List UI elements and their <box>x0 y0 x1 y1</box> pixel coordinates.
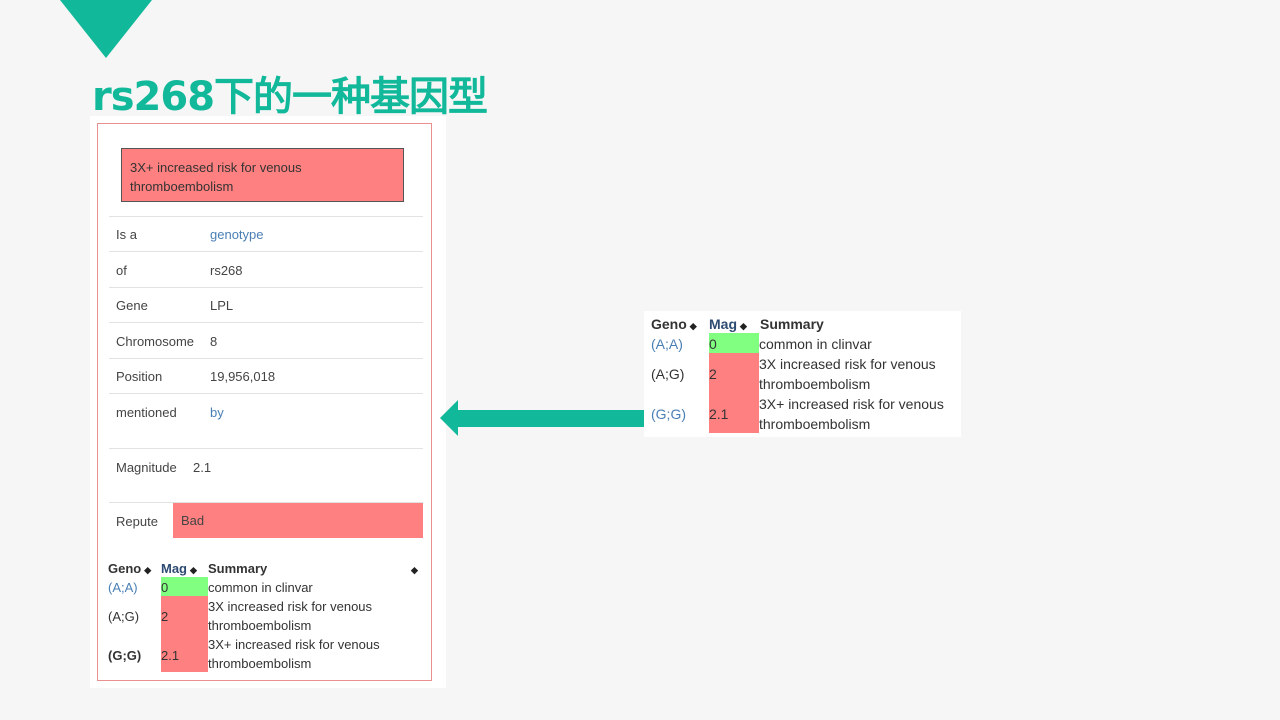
info-label: of <box>116 263 127 278</box>
repute-bad-cell: Bad <box>173 503 423 538</box>
magnitude-label: Magnitude <box>116 460 177 475</box>
info-label: Gene <box>116 298 148 313</box>
panel-genotype-table: Geno ◆ Mag ◆ Summary ◆ (A;A) 0 common in c… <box>108 560 422 675</box>
info-row-gene: Gene LPL <box>109 287 423 323</box>
mag-column-header[interactable]: Mag ◆ <box>709 316 747 332</box>
info-label: Chromosome <box>116 334 195 349</box>
genotype-panel: 3X+ increased risk for venous thromboemb… <box>97 123 432 681</box>
geno-ag: (A;G) <box>108 609 140 624</box>
geno-column-header[interactable]: Geno ◆ <box>651 316 697 332</box>
info-label: Position <box>116 369 163 384</box>
mag-value: 0 <box>709 336 717 352</box>
mag-column-header[interactable]: Mag ◆ <box>161 561 197 576</box>
geno-link-aa[interactable]: (A;A) <box>108 580 138 595</box>
slide-title: rs268下的一种基因型 <box>92 74 488 120</box>
info-row-of: of rs268 <box>109 251 423 288</box>
summary-text: thromboembolism <box>208 618 312 633</box>
arrow-left-icon <box>440 400 458 436</box>
summary-text: 3X+ increased risk for venous <box>208 637 380 652</box>
info-value: LPL <box>210 298 234 313</box>
info-value: rs268 <box>210 263 243 278</box>
summary-column-header[interactable]: Summary <box>208 561 267 576</box>
genotype-table: Geno ◆ Mag ◆ Summary (A;A) 0 common in cli… <box>651 315 957 435</box>
info-label: Is a <box>116 227 137 242</box>
sort-icon: ◆ <box>740 321 747 331</box>
mentioned-by-link[interactable]: by <box>210 405 224 420</box>
sort-icon: ◆ <box>190 565 197 575</box>
mag-value: 0 <box>161 580 169 595</box>
summary-column-header[interactable]: Summary <box>760 316 824 332</box>
arrow-shaft <box>457 410 647 427</box>
geno-ag: (A;G) <box>651 366 685 382</box>
info-label: mentioned <box>116 405 177 420</box>
repute-row: Repute Bad <box>109 502 423 539</box>
sort-icon: ◆ <box>144 565 152 575</box>
info-row-chromosome: Chromosome 8 <box>109 322 423 359</box>
genotype-link[interactable]: genotype <box>210 227 264 242</box>
summary-text: 3X increased risk for venous <box>208 599 373 614</box>
repute-label: Repute <box>116 514 158 529</box>
magnitude-row: Magnitude 2.1 <box>109 448 423 503</box>
magnitude-value: 2.1 <box>193 460 212 475</box>
summary-text: thromboembolism <box>759 416 871 432</box>
mag-value: 2.1 <box>709 406 729 422</box>
info-row-mentioned: mentioned by <box>109 393 423 449</box>
sort-icon: ◆ <box>689 321 697 331</box>
summary-text: 3X increased risk for venous <box>759 356 936 372</box>
info-value: 8 <box>210 334 218 349</box>
summary-text: thromboembolism <box>759 376 871 392</box>
mag-value: 2 <box>709 366 717 382</box>
genotype-summary-box: 3X+ increased risk for venous thromboemb… <box>121 148 404 202</box>
repute-value: Bad <box>181 513 205 528</box>
info-row-is-a: Is a genotype <box>109 216 423 252</box>
summary-text: thromboembolism <box>208 656 312 671</box>
mag-value: 2.1 <box>161 648 180 663</box>
summary-text: 3X+ increased risk for venous <box>759 396 944 412</box>
mag-value: 2 <box>161 609 169 624</box>
info-row-position: Position 19,956,018 <box>109 358 423 394</box>
info-value: 19,956,018 <box>210 369 276 384</box>
summary-text: common in clinvar <box>208 580 313 595</box>
geno-gg: (G;G) <box>108 648 142 663</box>
corner-triangle-decoration <box>60 0 152 58</box>
geno-column-header[interactable]: Geno ◆ <box>108 561 151 576</box>
summary-text: common in clinvar <box>759 336 872 352</box>
geno-link-gg[interactable]: (G;G) <box>651 406 686 422</box>
sort-icon[interactable]: ◆ <box>408 561 418 576</box>
geno-link-aa[interactable]: (A;A) <box>651 336 683 352</box>
